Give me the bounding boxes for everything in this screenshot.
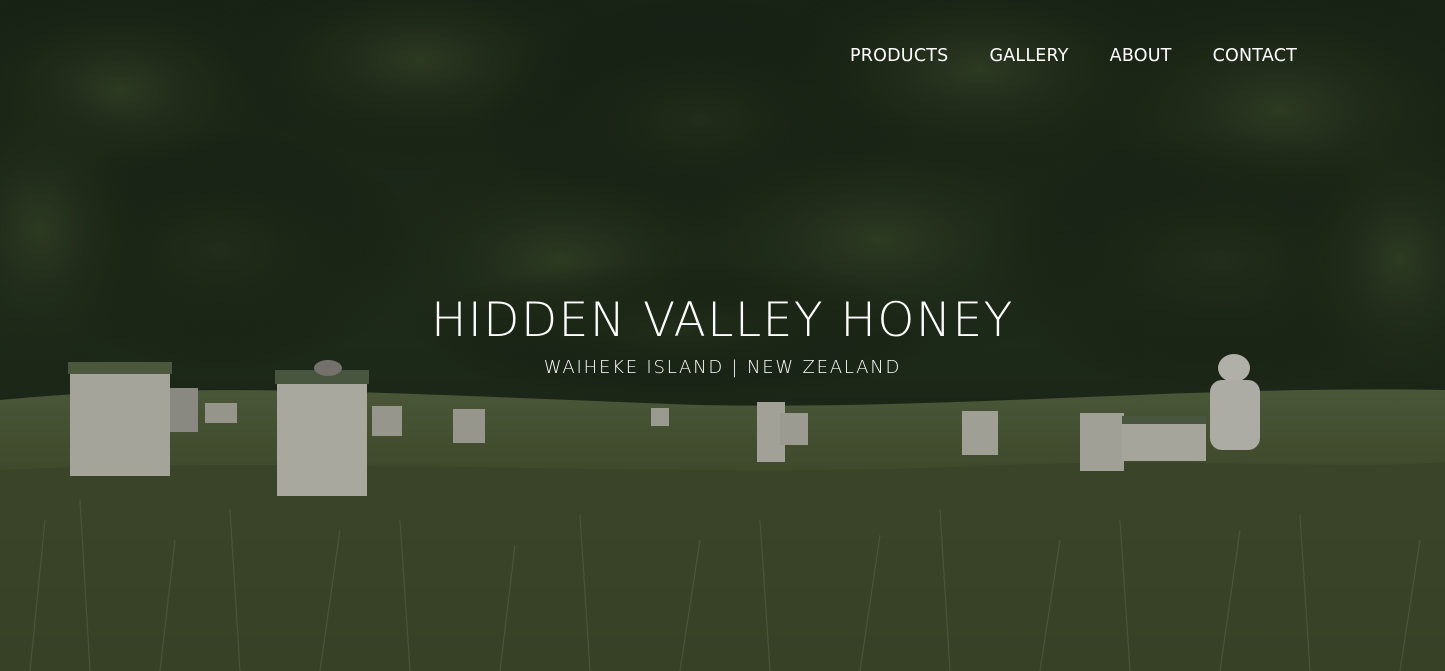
nav-products-link[interactable]: PRODUCTS — [850, 44, 948, 68]
hero-title-block: HIDDEN VALLEY HONEY WAIHEKE ISLAND | NEW… — [0, 292, 1445, 380]
nav-about-link[interactable]: ABOUT — [1110, 44, 1172, 68]
hero-section: PRODUCTS GALLERY ABOUT CONTACT HIDDEN VA… — [0, 0, 1445, 671]
site-title: HIDDEN VALLEY HONEY — [431, 293, 1014, 348]
main-navigation: PRODUCTS GALLERY ABOUT CONTACT — [809, 44, 1297, 68]
nav-contact-link[interactable]: CONTACT — [1213, 44, 1297, 68]
nav-gallery-link[interactable]: GALLERY — [989, 44, 1068, 68]
site-subtitle: WAIHEKE ISLAND | NEW ZEALAND — [543, 357, 902, 378]
